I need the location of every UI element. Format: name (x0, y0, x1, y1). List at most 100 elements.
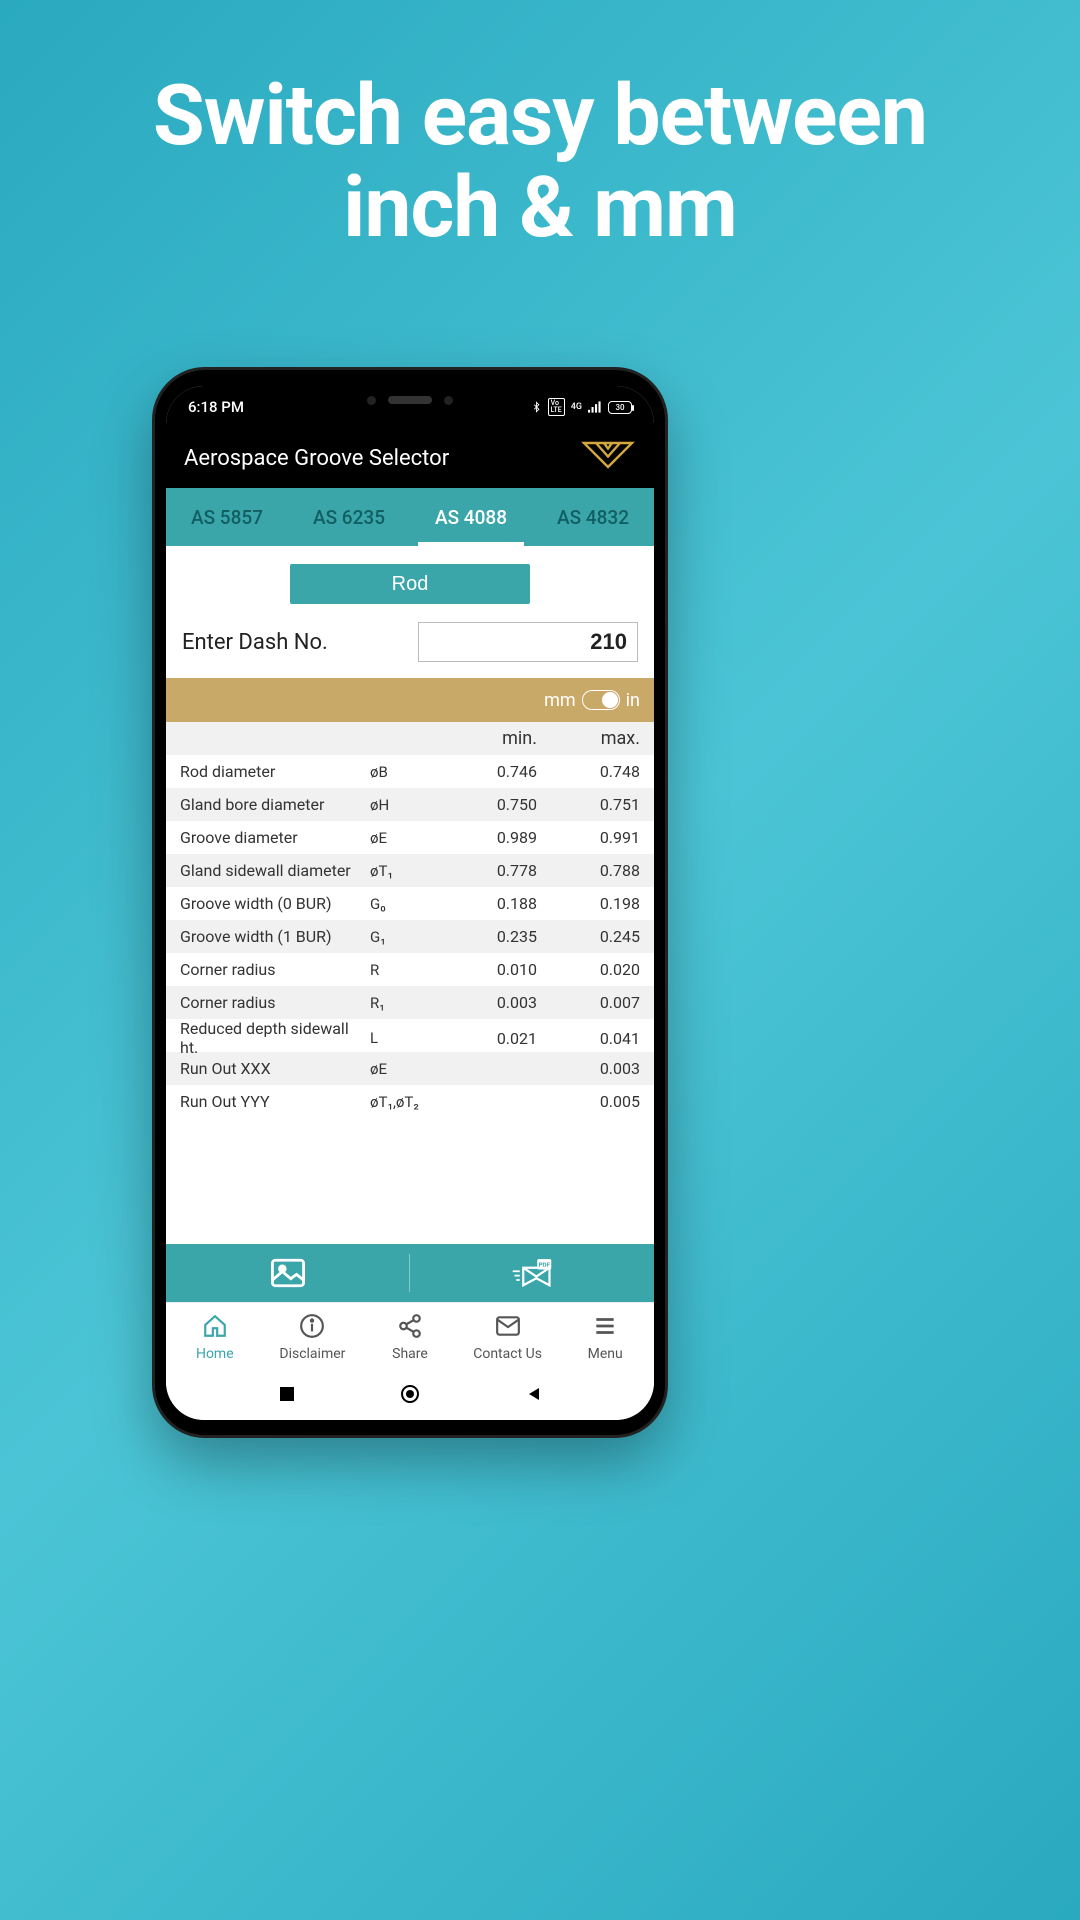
android-recent-button[interactable] (279, 1386, 295, 1407)
promo-line1: Switch easy between (60, 70, 1020, 162)
unit-in-label: in (626, 690, 640, 711)
bottom-nav: Home Disclaimer Share Contact Us Menu (166, 1302, 654, 1372)
row-label: Reduced depth sidewall ht. (180, 1019, 370, 1057)
battery-icon: 30 (608, 401, 632, 414)
rod-button[interactable]: Rod (290, 564, 530, 604)
status-right: VoLTE 4G 30 (531, 398, 632, 416)
tab-as-4088[interactable]: AS 4088 (410, 488, 532, 546)
android-nav-bar (166, 1372, 654, 1420)
row-max: 0.788 (537, 861, 640, 880)
table-row: Corner radiusR0.0100.020 (166, 953, 654, 986)
image-action-button[interactable] (166, 1244, 410, 1302)
volte-icon: VoLTE (548, 398, 565, 416)
row-symbol: øB (370, 763, 434, 781)
app-title: Aerospace Groove Selector (184, 446, 449, 471)
row-min: 0.235 (434, 927, 537, 946)
table-row: Rod diameterøB0.7460.748 (166, 755, 654, 788)
row-max: 0.991 (537, 828, 640, 847)
rod-section: Rod (166, 546, 654, 612)
col-max-header: max. (537, 728, 640, 749)
dash-row: Enter Dash No. (166, 612, 654, 678)
dash-label: Enter Dash No. (182, 630, 406, 655)
brand-logo-icon (580, 440, 636, 476)
row-label: Rod diameter (180, 762, 370, 781)
row-symbol: øT₁,øT₂ (370, 1093, 434, 1111)
table-row: Groove width (0 BUR)G₀0.1880.198 (166, 887, 654, 920)
row-max: 0.020 (537, 960, 640, 979)
table-row: Run Out YYYøT₁,øT₂ 0.005 (166, 1085, 654, 1118)
menu-icon (592, 1313, 618, 1343)
dash-number-input[interactable] (418, 622, 638, 662)
table-row: Reduced depth sidewall ht.L0.0210.041 (166, 1019, 654, 1052)
row-symbol: øE (370, 1060, 434, 1078)
nav-menu[interactable]: Menu (556, 1303, 654, 1372)
nav-home[interactable]: Home (166, 1303, 264, 1372)
row-label: Groove width (0 BUR) (180, 894, 370, 913)
info-icon (299, 1313, 325, 1343)
row-label: Run Out XXX (180, 1059, 370, 1078)
share-icon (397, 1313, 423, 1343)
nav-label: Menu (588, 1346, 623, 1362)
row-symbol: G₀ (370, 895, 434, 913)
row-max: 0.005 (537, 1092, 640, 1111)
row-symbol: L (370, 1029, 434, 1047)
row-symbol: øT₁ (370, 862, 434, 880)
send-pdf-button[interactable]: PDF (410, 1244, 654, 1302)
data-table: min. max. Rod diameterøB0.7460.748 Gland … (166, 722, 654, 1244)
row-max: 0.041 (537, 1029, 640, 1048)
row-max: 0.748 (537, 762, 640, 781)
row-label: Gland sidewall diameter (180, 861, 370, 880)
nav-label: Disclaimer (279, 1346, 345, 1362)
home-icon (202, 1313, 228, 1343)
signal-icon (588, 401, 602, 413)
row-label: Corner radius (180, 993, 370, 1012)
status-time: 6:18 PM (188, 398, 244, 416)
action-bar: PDF (166, 1244, 654, 1302)
nav-share[interactable]: Share (361, 1303, 459, 1372)
nav-disclaimer[interactable]: Disclaimer (264, 1303, 362, 1372)
network-icon: 4G (571, 402, 582, 412)
row-min: 0.750 (434, 795, 537, 814)
table-header-row: min. max. (166, 722, 654, 755)
bluetooth-icon (531, 400, 542, 414)
unit-toggle[interactable] (582, 690, 620, 710)
row-min: 0.989 (434, 828, 537, 847)
nav-label: Home (196, 1346, 234, 1362)
table-row: Gland sidewall diameterøT₁0.7780.788 (166, 854, 654, 887)
android-home-button[interactable] (400, 1384, 420, 1409)
row-min: 0.746 (434, 762, 537, 781)
col-min-header: min. (434, 728, 537, 749)
row-max: 0.003 (537, 1059, 640, 1078)
row-label: Corner radius (180, 960, 370, 979)
tab-as-4832[interactable]: AS 4832 (532, 488, 654, 546)
row-min: 0.188 (434, 894, 537, 913)
row-max: 0.198 (537, 894, 640, 913)
android-back-button[interactable] (525, 1386, 541, 1407)
row-min: 0.010 (434, 960, 537, 979)
unit-mm-label: mm (544, 690, 576, 711)
row-label: Run Out YYY (180, 1092, 370, 1111)
tab-as-5857[interactable]: AS 5857 (166, 488, 288, 546)
row-symbol: R (370, 961, 434, 979)
row-min: 0.778 (434, 861, 537, 880)
phone-frame: 6:18 PM VoLTE 4G 30 Aerospace Groove Sel… (155, 370, 665, 1435)
app-header: Aerospace Groove Selector (166, 428, 654, 488)
row-symbol: øH (370, 796, 434, 814)
nav-label: Contact Us (473, 1346, 542, 1362)
promo-line2: inch & mm (60, 162, 1020, 254)
mail-icon (495, 1313, 521, 1343)
row-symbol: G₁ (370, 928, 434, 946)
row-max: 0.007 (537, 993, 640, 1012)
row-symbol: øE (370, 829, 434, 847)
phone-notch (320, 386, 500, 414)
promo-heading: Switch easy between inch & mm (0, 0, 1080, 255)
row-label: Groove diameter (180, 828, 370, 847)
row-min: 0.003 (434, 993, 537, 1012)
nav-contact-us[interactable]: Contact Us (459, 1303, 557, 1372)
row-max: 0.245 (537, 927, 640, 946)
unit-toggle-bar: mm in (166, 678, 654, 722)
row-min: 0.021 (434, 1029, 537, 1048)
tab-as-6235[interactable]: AS 6235 (288, 488, 410, 546)
row-label: Gland bore diameter (180, 795, 370, 814)
row-symbol: R₁ (370, 994, 434, 1012)
